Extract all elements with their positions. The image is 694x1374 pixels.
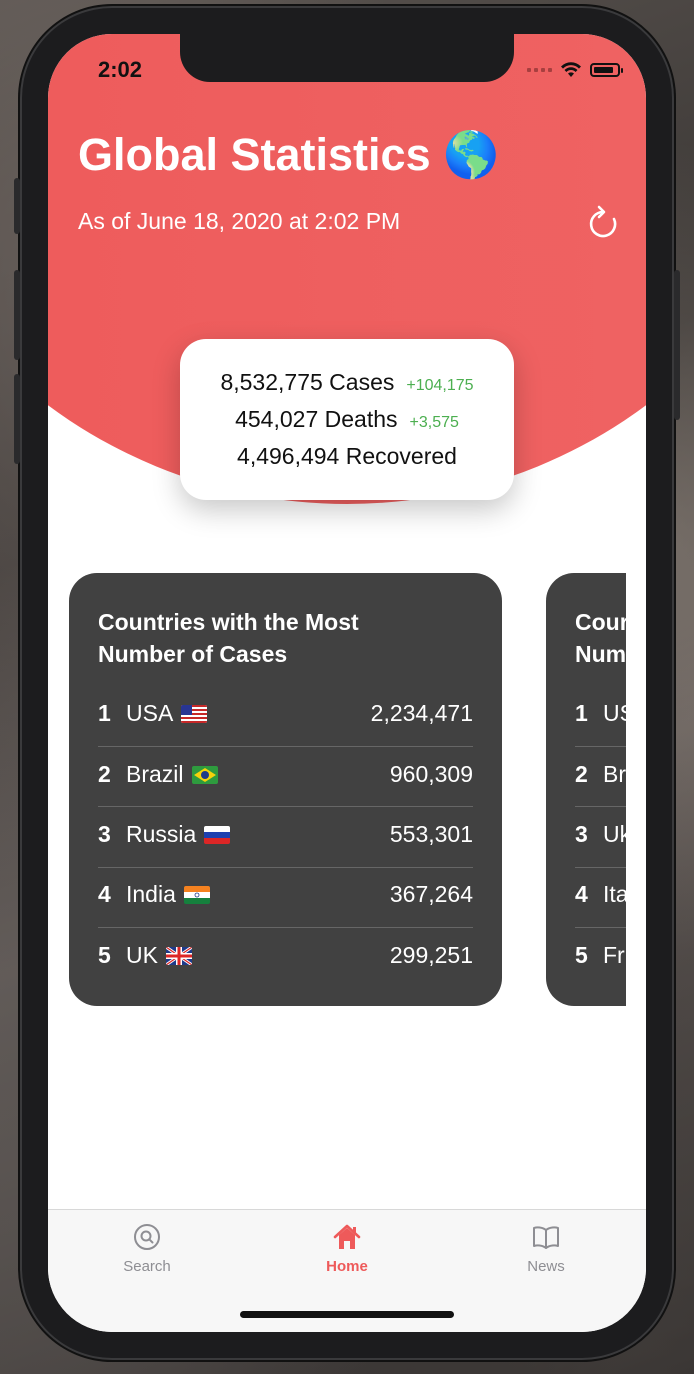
rank-number: 1 — [575, 699, 588, 726]
tab-news[interactable]: News — [486, 1222, 606, 1275]
list-item: 2 Brazil 960,309 — [98, 744, 473, 804]
card-title: Countries with the Most Number of Cases — [98, 609, 359, 667]
book-icon — [533, 1226, 559, 1249]
case-count: 367,264 — [389, 880, 473, 907]
last-updated-text: As of June 18, 2020 at 2:02 PM — [78, 208, 401, 234]
list-item: 4 Ita — [575, 864, 626, 924]
india-flag-icon — [183, 886, 210, 905]
rank-number: 5 — [575, 941, 588, 968]
list-item: 4 India 367,264 — [98, 864, 473, 924]
deaths-delta: +3,575 — [409, 414, 459, 431]
country-name: UK — [126, 942, 390, 969]
tab-label: Home — [326, 1258, 368, 1275]
cases-row: 8,532,775 Cases +104,175 — [180, 369, 514, 396]
search-icon — [134, 1224, 160, 1250]
tab-search[interactable]: Search — [87, 1222, 207, 1275]
case-count: 2,234,471 — [370, 699, 473, 726]
list-item: 3 Uk — [575, 804, 626, 864]
us-flag-icon — [181, 705, 208, 724]
cases-total: 8,532,775 Cases — [220, 369, 395, 395]
signal-icon — [527, 68, 552, 72]
list-item: 2 Br — [575, 744, 626, 804]
home-indicator — [240, 1311, 454, 1318]
cases-delta: +104,175 — [406, 377, 474, 394]
app-screen: 2:02 Global Statistics 🌎 As of June 18, … — [48, 34, 646, 1332]
card-title: Cour Num — [575, 609, 626, 667]
rank-number: 5 — [98, 941, 111, 968]
country-name: US — [603, 699, 626, 726]
volume-up-button — [14, 270, 20, 360]
recovered-row: 4,496,494 Recovered — [180, 443, 514, 470]
tab-label: Search — [123, 1258, 171, 1275]
list-item: 5 UK 299,251 — [98, 925, 473, 985]
case-count: 553,301 — [389, 820, 473, 847]
country-name: Russia — [126, 821, 390, 848]
wifi-icon — [561, 62, 581, 77]
refresh-icon[interactable] — [584, 204, 622, 242]
country-name: Brazil — [126, 761, 390, 788]
tab-home[interactable]: Home — [287, 1222, 407, 1275]
rank-number: 2 — [98, 760, 111, 787]
tab-label: News — [527, 1258, 565, 1275]
top-countries-card[interactable]: Countries with the Most Number of Cases … — [69, 573, 502, 1006]
battery-icon — [590, 63, 623, 77]
uk-flag-icon — [165, 947, 192, 966]
power-button — [674, 270, 680, 420]
country-name: India — [126, 881, 390, 908]
page-title: Global Statistics 🌎 — [78, 129, 500, 180]
rank-number: 2 — [575, 760, 588, 787]
status-icons — [527, 62, 623, 78]
recovered-total: 4,496,494 Recovered — [237, 443, 457, 469]
rank-number: 1 — [98, 699, 111, 726]
country-name: Br — [603, 760, 626, 787]
country-name: Fr — [603, 941, 625, 968]
rank-number: 3 — [575, 820, 588, 847]
list-item: 1 US — [575, 683, 626, 743]
list-item: 1 USA 2,234,471 — [98, 683, 473, 743]
rank-number: 4 — [98, 880, 111, 907]
brazil-flag-icon — [191, 766, 218, 785]
list-item: 3 Russia 553,301 — [98, 804, 473, 864]
list-item: 5 Fr — [575, 925, 626, 985]
status-time: 2:02 — [98, 57, 143, 82]
volume-down-button — [14, 374, 20, 464]
deaths-total: 454,027 Deaths — [235, 406, 398, 432]
russia-flag-icon — [204, 826, 231, 845]
case-count: 960,309 — [389, 760, 473, 787]
rank-number: 3 — [98, 820, 111, 847]
case-count: 299,251 — [389, 941, 473, 968]
notch — [180, 34, 514, 82]
global-totals-card: 8,532,775 Cases +104,175 454,027 Deaths … — [180, 339, 514, 500]
rank-number: 4 — [575, 880, 588, 907]
deaths-row: 454,027 Deaths +3,575 — [180, 406, 514, 433]
mute-switch — [14, 178, 20, 234]
country-name: Uk — [603, 820, 626, 847]
country-name: USA — [126, 700, 371, 727]
country-name: Ita — [603, 880, 626, 907]
second-stats-card[interactable]: CourNum 1 US 2 Br 3 Uk 4 Ita 5 Fr — [546, 573, 626, 1006]
home-icon — [333, 1224, 361, 1249]
